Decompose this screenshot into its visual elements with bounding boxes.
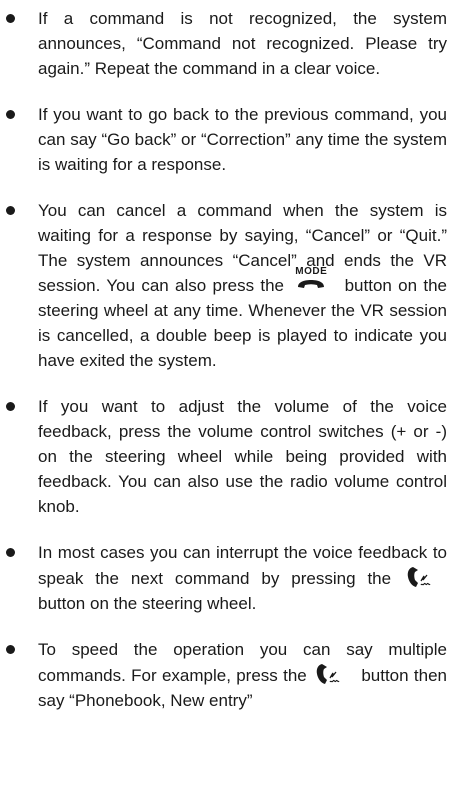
bullet-icon: [6, 206, 15, 215]
list-item: If a command is not recognized, the syst…: [0, 6, 459, 81]
bullet-text: If you want to go back to the previous c…: [38, 105, 447, 174]
bullet-icon: [6, 110, 15, 119]
phone-talk-icon: [316, 664, 340, 684]
bullet-list: If a command is not recognized, the syst…: [0, 6, 459, 713]
list-item: If you want to adjust the volume of the …: [0, 394, 459, 519]
bullet-text: If a command is not recognized, the syst…: [38, 9, 447, 78]
bullet-icon: [6, 14, 15, 23]
list-item: In most cases you can interrupt the voic…: [0, 540, 459, 616]
mode-phone-icon: MODE: [292, 267, 330, 289]
handset-icon: [298, 280, 325, 288]
list-item: If you want to go back to the previous c…: [0, 102, 459, 177]
list-item: To speed the operation you can say multi…: [0, 637, 459, 713]
phone-talk-icon: [407, 567, 431, 587]
bullet-icon: [6, 402, 15, 411]
list-item: You can cancel a command when the system…: [0, 198, 459, 373]
bullet-icon: [6, 645, 15, 654]
mode-icon-label: MODE: [295, 266, 328, 277]
manual-page: If a command is not recognized, the syst…: [0, 0, 459, 798]
bullet-text: button on the steering wheel.: [38, 594, 257, 613]
bullet-text: In most cases you can interrupt the voic…: [38, 543, 447, 588]
bullet-text: If you want to adjust the volume of the …: [38, 397, 447, 516]
bullet-icon: [6, 548, 15, 557]
